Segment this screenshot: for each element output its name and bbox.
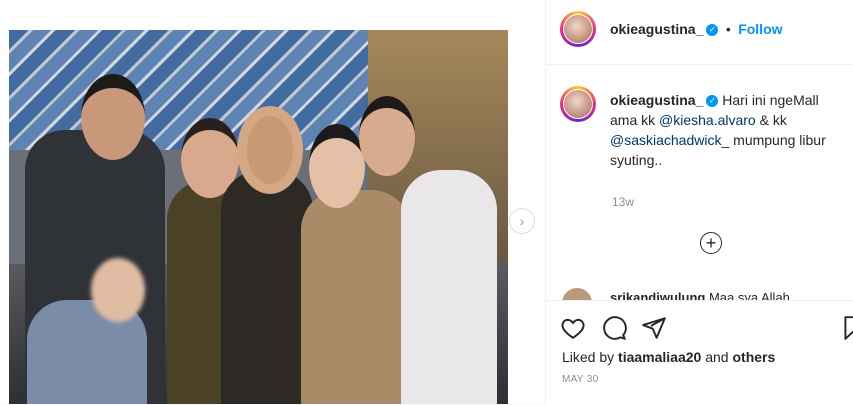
plus-circle-icon[interactable]: +	[700, 232, 722, 254]
header-username[interactable]: okieagustina_	[610, 21, 703, 37]
caption-text-2: & kk	[755, 112, 787, 128]
liked-by-user[interactable]: tiaamaliaa20	[618, 349, 701, 365]
liked-by: Liked by tiaamaliaa20 and others	[562, 349, 775, 365]
liked-by-prefix: Liked by	[562, 349, 619, 365]
mention-link[interactable]: @kiesha.alvaro	[659, 112, 756, 128]
photo-child-head	[91, 258, 145, 322]
header-separator: •	[725, 21, 731, 37]
photo-person-1-head	[81, 74, 145, 160]
liked-by-others[interactable]: others	[732, 349, 775, 365]
instagram-post: › okieagustina_ ✓ • Follow okieagustina_ ✓…	[0, 0, 853, 405]
post-photo[interactable]	[9, 30, 508, 404]
mention-link[interactable]: @saskiachadwick_	[610, 132, 729, 148]
photo-person-3-head	[237, 106, 303, 194]
photo-person-4	[301, 190, 411, 404]
caption-username[interactable]: okieagustina_	[610, 92, 703, 108]
paper-plane-icon[interactable]	[641, 315, 667, 341]
photo-person-3	[221, 170, 313, 404]
header-user-row: okieagustina_ ✓ • Follow	[610, 21, 783, 39]
photo-person-5-head	[359, 96, 415, 176]
follow-button[interactable]: Follow	[738, 21, 782, 37]
comment-icon[interactable]	[601, 315, 627, 341]
chevron-right-icon: ›	[519, 213, 525, 229]
verified-badge-icon: ✓	[706, 23, 719, 36]
caption-avatar[interactable]	[560, 86, 596, 122]
verified-badge-icon: ✓	[706, 95, 719, 108]
photo-person-5	[401, 170, 497, 404]
post-caption: okieagustina_ ✓ Hari ini ngeMall ama kk @…	[610, 90, 840, 170]
post-header: okieagustina_ ✓ • Follow	[546, 0, 853, 65]
bookmark-icon[interactable]	[840, 315, 853, 341]
photo-person-4-head	[309, 124, 365, 208]
heart-icon[interactable]	[560, 315, 586, 341]
post-sidebar: okieagustina_ ✓ • Follow okieagustina_ ✓ H…	[545, 0, 853, 405]
post-time-ago[interactable]: 13w	[612, 195, 634, 209]
post-date[interactable]: MAY 30	[562, 374, 598, 385]
action-bar: Liked by tiaamaliaa20 and others MAY 30	[546, 300, 853, 405]
next-photo-button[interactable]: ›	[509, 208, 535, 234]
avatar[interactable]	[560, 11, 596, 47]
liked-by-and: and	[701, 349, 733, 365]
